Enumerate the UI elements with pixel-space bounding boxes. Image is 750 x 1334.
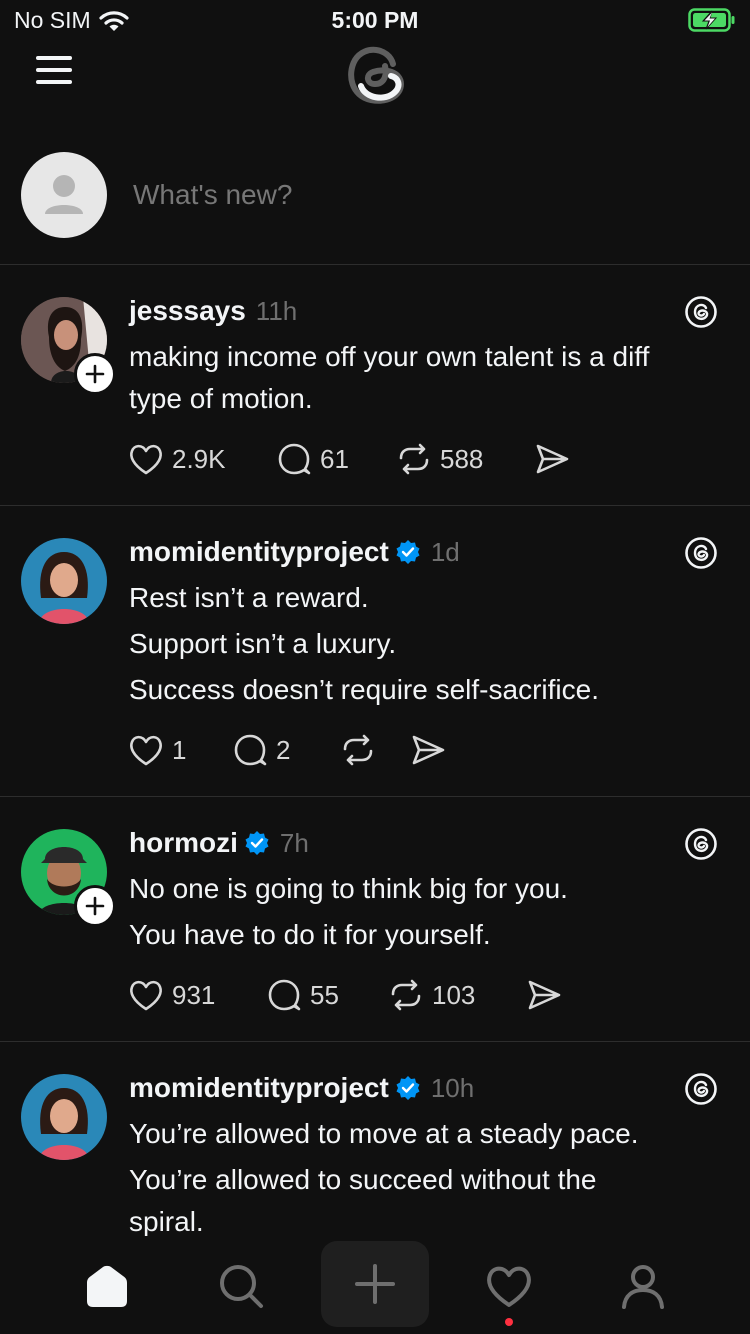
like-button[interactable]: 931: [128, 978, 266, 1012]
post-line: making income off your own talent is a d…: [129, 341, 650, 372]
like-count: 931: [172, 979, 216, 1010]
share-button[interactable]: [534, 442, 570, 476]
post-header: momidentityproject 1d: [129, 534, 460, 570]
reply-button[interactable]: 2: [232, 732, 340, 768]
post-text: No one is going to think big for you. Yo…: [129, 866, 720, 958]
post-username[interactable]: momidentityproject: [129, 1072, 389, 1104]
like-count: 1: [172, 734, 187, 765]
status-time: 5:00 PM: [331, 7, 419, 33]
battery-charging-icon: [688, 8, 735, 32]
post-item: jesssays 11h making income off your own …: [0, 265, 750, 506]
profile-icon: [622, 1265, 664, 1309]
follow-plus-button[interactable]: [74, 353, 116, 395]
follow-plus-button[interactable]: [74, 885, 116, 927]
search-icon: [220, 1265, 263, 1308]
post-line: Success doesn’t require self-sacrifice.: [129, 674, 599, 705]
post-time: 7h: [279, 827, 309, 858]
comment-icon: [268, 979, 301, 1011]
verified-badge-icon: [245, 831, 269, 855]
avatar[interactable]: [21, 538, 107, 624]
send-icon: [528, 980, 561, 1010]
post-line: You’re allowed to succeed without the: [129, 1164, 597, 1195]
post-item: hormozi 7h No one is going to think big …: [0, 797, 750, 1042]
threads-icon[interactable]: [684, 295, 718, 329]
repost-button[interactable]: 103: [388, 977, 526, 1013]
heart-icon: [130, 735, 162, 766]
tab-activity[interactable]: [464, 1246, 554, 1326]
post-text: making income off your own talent is a d…: [129, 334, 720, 422]
post-time: 1d: [430, 536, 460, 567]
tab-profile[interactable]: [598, 1246, 688, 1326]
plus-icon: [85, 896, 105, 916]
post-line: Support isn’t a luxury.: [129, 628, 397, 659]
tab-home[interactable]: [62, 1246, 152, 1326]
threads-icon[interactable]: [684, 1072, 718, 1106]
repost-icon: [399, 443, 429, 475]
new-post-input[interactable]: What's new?: [133, 179, 292, 211]
reply-count: 61: [320, 443, 349, 474]
create-icon: [355, 1264, 395, 1304]
post-item: momidentityproject 1d Rest isn’t a rewar…: [0, 506, 750, 797]
threads-icon[interactable]: [684, 827, 718, 861]
verified-badge-icon: [396, 1076, 420, 1100]
post-text: You’re allowed to move at a steady pace.…: [129, 1111, 720, 1245]
repost-button[interactable]: [340, 732, 410, 768]
top-bar: [0, 40, 750, 110]
post-line: You have to do it for yourself.: [129, 919, 491, 950]
reply-count: 2: [276, 734, 291, 765]
reply-count: 55: [310, 979, 339, 1010]
post-time: 10h: [430, 1072, 475, 1103]
send-icon: [412, 735, 445, 765]
reply-button[interactable]: 61: [276, 441, 396, 477]
status-bar: No SIM 5:00 PM: [0, 0, 750, 40]
post-actions: 1 2: [128, 730, 446, 770]
plus-icon: [85, 364, 105, 384]
threads-logo-icon[interactable]: [341, 40, 411, 110]
repost-button[interactable]: 588: [396, 441, 534, 477]
post-time: 11h: [255, 295, 298, 326]
composer[interactable]: What's new?: [0, 130, 750, 265]
post-header: momidentityproject 10h: [129, 1070, 474, 1106]
post-header: jesssays 11h: [129, 293, 297, 329]
menu-icon[interactable]: [36, 52, 76, 84]
reply-button[interactable]: 55: [266, 977, 388, 1013]
tab-search[interactable]: [196, 1246, 286, 1326]
avatar[interactable]: [21, 152, 107, 238]
verified-badge-icon: [396, 540, 420, 564]
send-icon: [536, 444, 569, 474]
activity-icon: [487, 1266, 531, 1307]
repost-count: 588: [440, 443, 484, 474]
post-username[interactable]: jesssays: [129, 295, 246, 327]
post-username[interactable]: momidentityproject: [129, 536, 389, 568]
post-line: You’re allowed to move at a steady pace.: [129, 1118, 639, 1149]
repost-icon: [391, 979, 421, 1011]
avatar[interactable]: [21, 1074, 107, 1160]
post-line: No one is going to think big for you.: [129, 873, 568, 904]
bottom-tab-bar: [0, 1236, 750, 1334]
post-actions: 2.9K 61 588: [128, 439, 570, 479]
heart-icon: [130, 980, 162, 1011]
post-actions: 931 55 103: [128, 975, 562, 1015]
post-text: Rest isn’t a reward. Support isn’t a lux…: [129, 575, 720, 713]
tab-create[interactable]: [321, 1241, 429, 1327]
post-line: Rest isn’t a reward.: [129, 582, 369, 613]
comment-icon: [278, 443, 311, 475]
notification-dot: [505, 1318, 513, 1326]
repost-count: 103: [432, 979, 476, 1010]
person-placeholder-icon: [45, 175, 83, 214]
home-icon: [87, 1265, 127, 1307]
heart-icon: [130, 444, 162, 475]
repost-icon: [343, 734, 373, 766]
share-button[interactable]: [526, 978, 562, 1012]
post-username[interactable]: hormozi: [129, 827, 238, 859]
threads-icon[interactable]: [684, 536, 718, 570]
share-button[interactable]: [410, 733, 446, 767]
post-header: hormozi 7h: [129, 825, 309, 861]
post-item: momidentityproject 10h You’re allowed to…: [0, 1042, 750, 1237]
like-count: 2.9K: [172, 443, 226, 474]
like-button[interactable]: 2.9K: [128, 442, 276, 476]
comment-icon: [234, 734, 267, 766]
like-button[interactable]: 1: [128, 733, 232, 767]
post-line: type of motion.: [129, 383, 313, 414]
